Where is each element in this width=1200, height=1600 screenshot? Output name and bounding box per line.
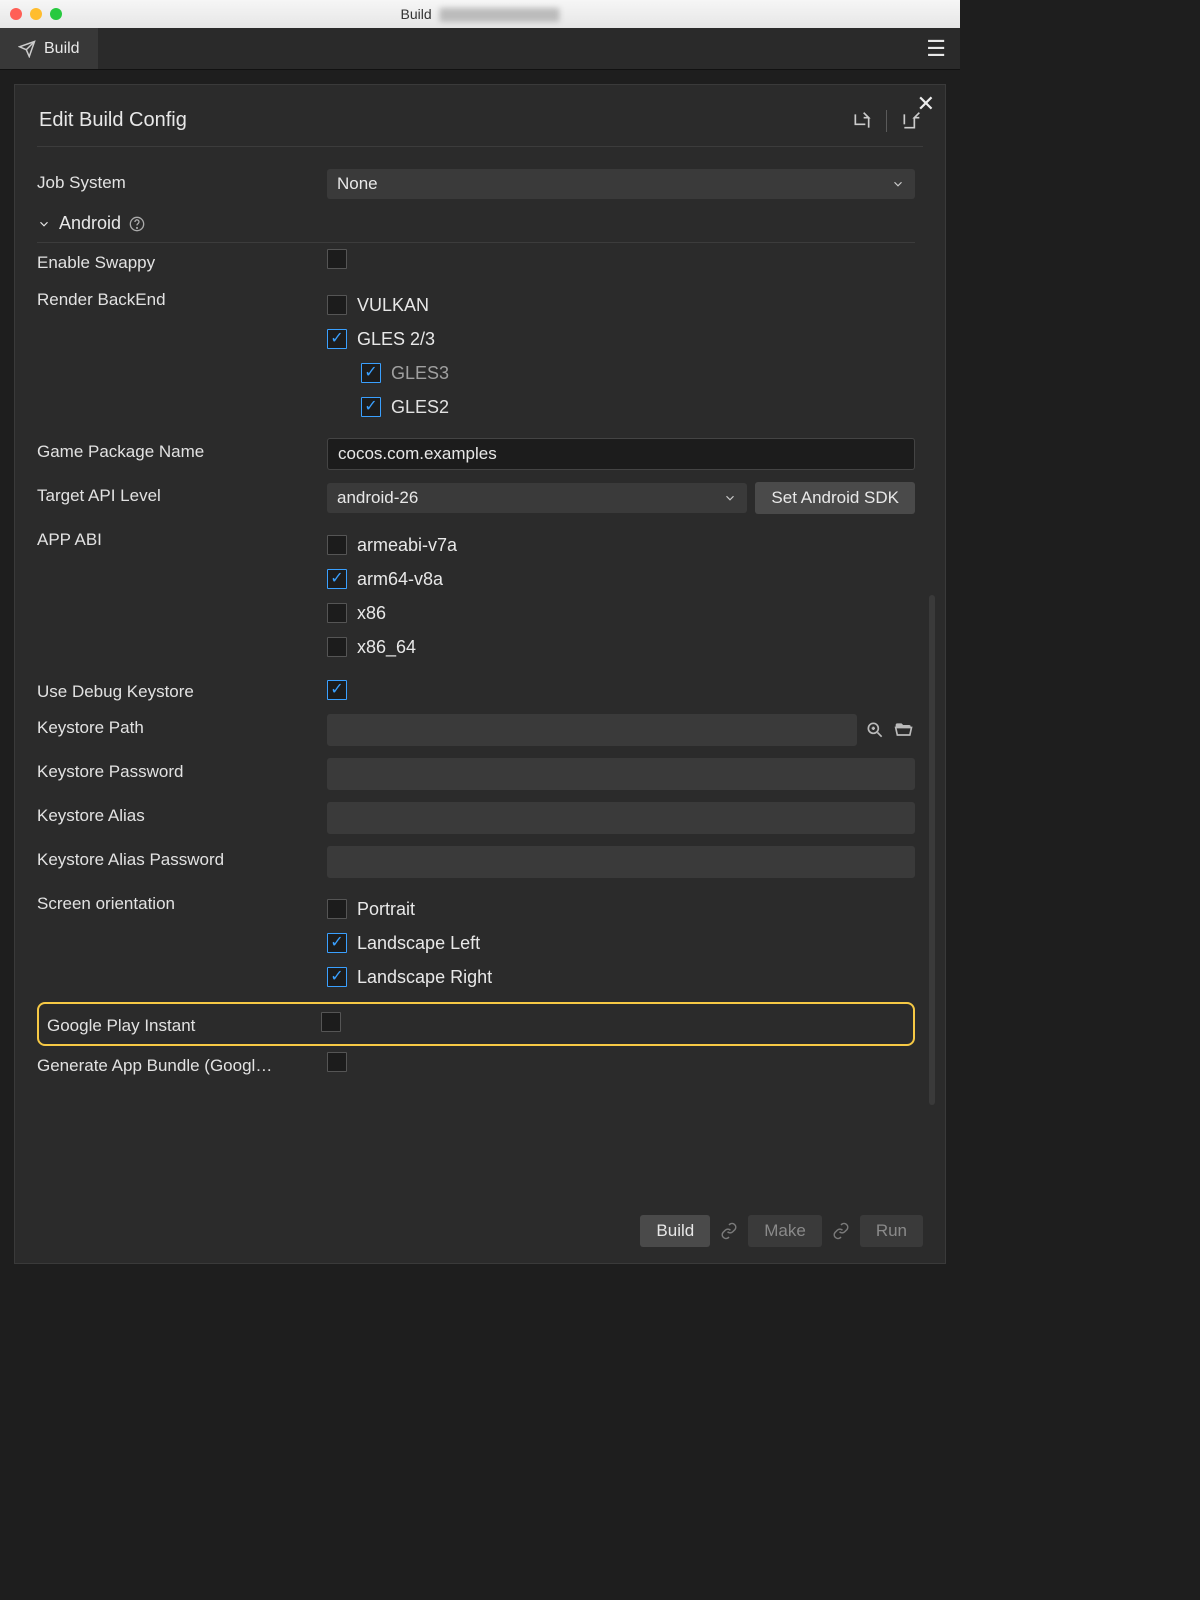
label-render-backend: Render BackEnd — [37, 286, 327, 310]
group-android[interactable]: Android — [37, 205, 915, 243]
row-game-package-name: Game Package Name — [37, 432, 915, 476]
keystore-password-input[interactable] — [327, 758, 915, 790]
keystore-alias-password-input[interactable] — [327, 846, 915, 878]
help-icon[interactable] — [129, 216, 145, 232]
label-job-system: Job System — [37, 169, 327, 193]
label-keystore-password: Keystore Password — [37, 758, 327, 782]
row-target-api: Target API Level android-26 Set Android … — [37, 476, 915, 520]
portrait-checkbox[interactable] — [327, 899, 347, 919]
label-target-api: Target API Level — [37, 482, 327, 506]
panel-content: Job System None Android Enable Swappy — [37, 163, 935, 1179]
label-screen-orientation: Screen orientation — [37, 890, 327, 914]
window-title: Build — [401, 6, 560, 22]
label-keystore-alias-password: Keystore Alias Password — [37, 846, 327, 870]
label-app-abi: APP ABI — [37, 526, 327, 550]
link-icon — [832, 1222, 850, 1240]
title-obscured — [439, 8, 559, 22]
landscape-right-checkbox[interactable] — [327, 967, 347, 987]
build-button[interactable]: Build — [640, 1215, 710, 1247]
scrollbar[interactable] — [929, 595, 935, 1105]
arm64-checkbox[interactable] — [327, 569, 347, 589]
group-android-label: Android — [59, 213, 121, 234]
abi-armeabi-v7a: armeabi-v7a — [327, 530, 915, 560]
panel-header: Edit Build Config — [37, 95, 923, 147]
panel-footer: Build Make Run — [640, 1215, 923, 1247]
use-debug-keystore-checkbox[interactable] — [327, 680, 347, 700]
row-generate-app-bundle: Generate App Bundle (Googl… — [37, 1046, 915, 1083]
gles23-checkbox[interactable] — [327, 329, 347, 349]
window-close-button[interactable] — [10, 8, 22, 20]
x86-checkbox[interactable] — [327, 603, 347, 623]
separator — [886, 110, 887, 132]
panel-action-icons — [852, 110, 921, 132]
gles3-checkbox[interactable] — [361, 363, 381, 383]
label-use-debug-keystore: Use Debug Keystore — [37, 678, 327, 702]
google-play-instant-checkbox[interactable] — [321, 1012, 341, 1032]
import-icon[interactable] — [852, 111, 872, 131]
label-keystore-path: Keystore Path — [37, 714, 327, 738]
row-keystore-password: Keystore Password — [37, 752, 915, 796]
window-minimize-button[interactable] — [30, 8, 42, 20]
armeabi-checkbox[interactable] — [327, 535, 347, 555]
orientation-portrait: Portrait — [327, 894, 915, 924]
row-app-abi: APP ABI armeabi-v7a arm64-v8a x86 x86_64 — [37, 520, 915, 672]
make-button[interactable]: Make — [748, 1215, 822, 1247]
row-keystore-path: Keystore Path — [37, 708, 915, 752]
zoom-icon[interactable] — [865, 720, 885, 740]
chevron-down-icon — [723, 491, 737, 505]
landscape-left-checkbox[interactable] — [327, 933, 347, 953]
label-generate-app-bundle: Generate App Bundle (Googl… — [37, 1052, 327, 1076]
row-render-backend: Render BackEnd VULKAN GLES 2/3 GLES3 — [37, 280, 915, 432]
abi-x86: x86 — [327, 598, 915, 628]
row-google-play-instant: Google Play Instant — [37, 1002, 915, 1046]
row-job-system: Job System None — [37, 163, 915, 205]
macos-titlebar: Build — [0, 0, 960, 28]
abi-x86-64: x86_64 — [327, 632, 915, 662]
keystore-path-input[interactable] — [327, 714, 857, 746]
run-button[interactable]: Run — [860, 1215, 923, 1247]
orientation-landscape-left: Landscape Left — [327, 928, 915, 958]
traffic-lights — [10, 8, 62, 20]
row-screen-orientation: Screen orientation Portrait Landscape Le… — [37, 884, 915, 1002]
generate-app-bundle-checkbox[interactable] — [327, 1052, 347, 1072]
chevron-down-icon — [891, 177, 905, 191]
close-button[interactable]: ✕ — [917, 91, 935, 117]
row-keystore-alias-password: Keystore Alias Password — [37, 840, 915, 884]
backend-gles2: GLES2 — [361, 392, 915, 422]
row-use-debug-keystore: Use Debug Keystore — [37, 672, 915, 708]
build-config-panel: ✕ Edit Build Config Job System None — [14, 84, 946, 1264]
set-android-sdk-button[interactable]: Set Android SDK — [755, 482, 915, 514]
job-system-select[interactable]: None — [327, 169, 915, 199]
tab-label: Build — [44, 40, 80, 58]
vulkan-checkbox[interactable] — [327, 295, 347, 315]
row-keystore-alias: Keystore Alias — [37, 796, 915, 840]
label-google-play-instant: Google Play Instant — [47, 1012, 321, 1036]
backend-vulkan: VULKAN — [327, 290, 915, 320]
tab-build[interactable]: Build — [0, 28, 98, 69]
chevron-down-icon — [37, 217, 51, 231]
window-maximize-button[interactable] — [50, 8, 62, 20]
folder-open-icon[interactable] — [893, 720, 915, 740]
x86-64-checkbox[interactable] — [327, 637, 347, 657]
game-package-name-input[interactable] — [327, 438, 915, 470]
enable-swappy-checkbox[interactable] — [327, 249, 347, 269]
label-game-package-name: Game Package Name — [37, 438, 327, 462]
label-enable-swappy: Enable Swappy — [37, 249, 327, 273]
link-icon — [720, 1222, 738, 1240]
send-icon — [18, 40, 36, 58]
hamburger-menu-button[interactable]: ☰ — [912, 36, 960, 62]
backend-gles23: GLES 2/3 — [327, 324, 915, 354]
backend-gles3: GLES3 — [361, 358, 915, 388]
target-api-select[interactable]: android-26 — [327, 483, 747, 513]
panel-title: Edit Build Config — [39, 109, 187, 132]
keystore-alias-input[interactable] — [327, 802, 915, 834]
row-enable-swappy: Enable Swappy — [37, 243, 915, 280]
gles2-checkbox[interactable] — [361, 397, 381, 417]
orientation-landscape-right: Landscape Right — [327, 962, 915, 992]
abi-arm64-v8a: arm64-v8a — [327, 564, 915, 594]
tab-bar: Build ☰ — [0, 28, 960, 70]
label-keystore-alias: Keystore Alias — [37, 802, 327, 826]
